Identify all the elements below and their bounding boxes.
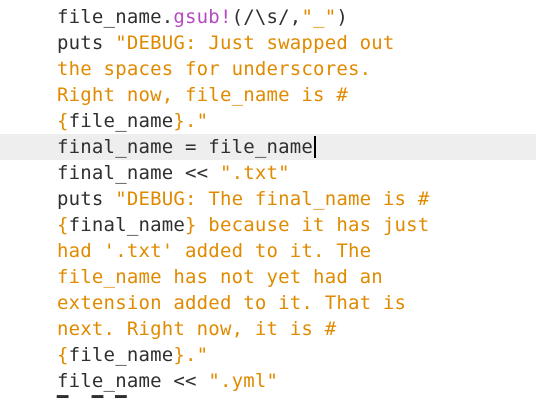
code-token: "DEBUG: Just swapped out [115,32,395,54]
code-line-text: the spaces for underscores. [57,56,371,82]
code-token: file_name [68,344,174,366]
code-line-text: puts "DEBUG: Just swapped out [57,30,395,56]
code-line[interactable]: {file_name}." [0,108,536,134]
code-token: { [57,110,69,132]
code-line-text: {final_name} because it has just [57,212,429,238]
code-token: (/\s/, [231,6,302,28]
code-line[interactable]: {final_name} because it has just [0,212,536,238]
code-token: ".txt" [219,162,290,184]
code-token: { [57,344,69,366]
code-line-text: {file_name}." [57,342,208,368]
code-line-text: file_name has not yet had an [57,264,383,290]
code-editor[interactable]: ▔▔▔ ▔ file_name.gsub!(/\s/,"_")puts "DEB… [0,0,536,402]
code-token: ) [336,6,348,28]
code-line[interactable]: {file_name}." [0,342,536,368]
code-token: ".yml" [208,370,279,392]
code-token: { [57,214,69,236]
code-line[interactable]: file_name.gsub!(/\s/,"_") [0,4,536,30]
code-line[interactable]: next. Right now, it is # [0,316,536,342]
code-token: puts [57,188,116,210]
code-token: had '.txt' added to it. The [57,240,372,262]
code-line-text: Right now, file_name is # [57,82,348,108]
code-line[interactable]: final_name << ".txt" [0,160,536,186]
code-token: extension added to it. That is [57,292,407,314]
code-token: next. Right now, it is # [57,318,337,340]
code-token: file_name << [57,370,209,392]
code-token: } because it has just [185,214,430,236]
code-token: file_name [68,110,174,132]
code-token: }." [173,110,209,132]
code-line-text: puts "DEBUG: The final_name is # [57,186,429,212]
code-line-text: {file_name}." [57,108,208,134]
code-line[interactable]: extension added to it. That is [0,290,536,316]
code-token: file_name. [57,6,174,28]
code-token: file_name has not yet had an [57,266,383,288]
code-line[interactable]: Right now, file_name is # [0,82,536,108]
code-line[interactable]: the spaces for underscores. [0,56,536,82]
code-line[interactable]: puts "DEBUG: Just swapped out [0,30,536,56]
code-line-text: final_name << ".txt" [57,160,290,186]
code-line-text: final_name = file_name [57,134,317,160]
code-line[interactable]: file_name has not yet had an [0,264,536,290]
code-line[interactable]: file_name << ".yml" [0,368,536,394]
clipped-text-bottom: ▔ ▔ ▔ [57,394,127,402]
code-line[interactable]: puts "DEBUG: The final_name is # [0,186,536,212]
code-line-text: next. Right now, it is # [57,316,336,342]
code-token: }." [173,344,209,366]
text-caret [314,136,317,158]
code-line-current[interactable]: final_name = file_name [0,134,536,160]
code-line-text: file_name.gsub!(/\s/,"_") [57,4,348,30]
code-line-text: extension added to it. That is [57,290,406,316]
code-token: final_name [68,214,186,236]
code-line-text: file_name << ".yml" [57,368,278,394]
clipped-line-bottom: ▔ ▔ ▔ [0,394,536,402]
code-token: "DEBUG: The final_name is # [115,188,430,210]
code-token: puts [57,32,116,54]
code-token: "_" [301,6,337,28]
code-line-text: had '.txt' added to it. The [57,238,371,264]
code-token: Right now, file_name is # [57,84,348,106]
code-token: final_name = file_name [57,136,314,158]
code-token: final_name << [57,162,220,184]
code-line[interactable]: had '.txt' added to it. The [0,238,536,264]
code-token: the spaces for underscores. [57,58,372,80]
code-token: gsub! [173,6,232,28]
